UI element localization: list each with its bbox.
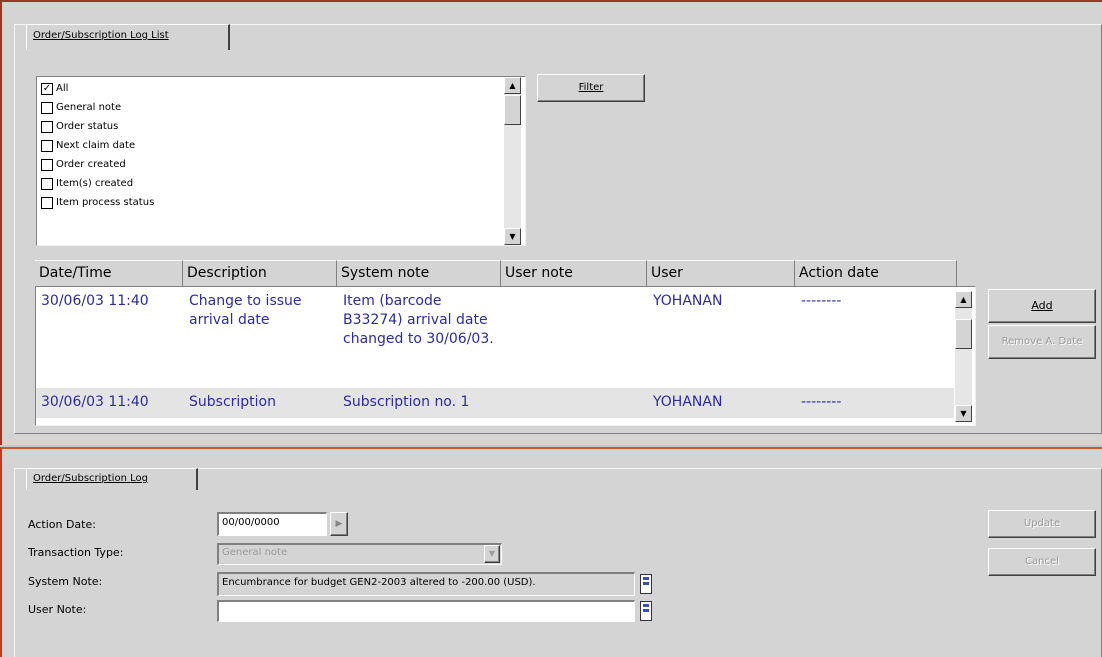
filter-item-items-created[interactable]: Item(s) created: [41, 174, 501, 193]
filter-item-item-process-status[interactable]: Item process status: [41, 193, 501, 212]
filter-list: ✓ All General note Order status Next clai…: [41, 79, 501, 212]
column-header-datetime[interactable]: Date/Time: [35, 260, 183, 286]
user-note-label: User Note:: [28, 603, 87, 616]
column-header-action-date[interactable]: Action date: [795, 260, 957, 286]
filter-item-next-claim-date[interactable]: Next claim date: [41, 136, 501, 155]
cell-user: YOHANAN: [653, 293, 723, 309]
note-editor-icon[interactable]: [640, 574, 652, 594]
checkbox-icon[interactable]: [41, 139, 53, 152]
table-row[interactable]: 30/06/03 11:40 Subscription Subscription…: [36, 388, 954, 418]
user-note-field[interactable]: [217, 600, 635, 622]
date-picker-arrow-icon[interactable]: ▶: [330, 512, 348, 536]
filter-scrollbar[interactable]: ▲ ▼: [504, 77, 521, 245]
cell-action-date: --------: [801, 394, 842, 410]
cell-action-date: --------: [801, 293, 842, 309]
action-date-label: Action Date:: [28, 518, 96, 531]
checkbox-icon[interactable]: [41, 177, 53, 190]
cell-datetime: 30/06/03 11:40: [41, 293, 149, 309]
tab-order-subscription-log-list[interactable]: Order/Subscription Log List: [26, 24, 230, 50]
checkbox-checked-icon[interactable]: ✓: [41, 82, 53, 95]
transaction-type-select[interactable]: General note: [217, 543, 502, 565]
table-scrollbar[interactable]: ▲ ▼: [955, 291, 972, 422]
cell-datetime: 30/06/03 11:40: [41, 394, 149, 410]
scroll-thumb[interactable]: [955, 319, 972, 349]
checkbox-icon[interactable]: [41, 120, 53, 133]
cell-description: Subscription: [189, 394, 276, 410]
system-note-field[interactable]: Encumbrance for budget GEN2-2003 altered…: [217, 572, 635, 596]
filter-item-general-note[interactable]: General note: [41, 98, 501, 117]
filter-item-order-created[interactable]: Order created: [41, 155, 501, 174]
scroll-up-icon[interactable]: ▲: [504, 77, 521, 94]
filter-button[interactable]: Filter: [537, 74, 645, 102]
cell-description: Change to issue arrival date: [189, 293, 302, 328]
cancel-button[interactable]: Cancel: [988, 548, 1096, 576]
table-row[interactable]: 30/06/03 11:40 Change to issue arrival d…: [36, 292, 954, 387]
filter-item-order-status[interactable]: Order status: [41, 117, 501, 136]
system-note-label: System Note:: [28, 575, 103, 588]
log-table-header: Date/Time Description System note User n…: [35, 260, 957, 286]
dropdown-arrow-icon[interactable]: ▼: [484, 545, 500, 563]
column-header-user-note[interactable]: User note: [501, 260, 647, 286]
scroll-down-icon[interactable]: ▼: [955, 405, 972, 422]
checkbox-icon[interactable]: [41, 101, 53, 114]
transaction-type-label: Transaction Type:: [28, 546, 124, 559]
cell-user-note: [502, 292, 648, 387]
checkbox-icon[interactable]: [41, 196, 53, 209]
action-date-field[interactable]: 00/00/0000: [217, 512, 327, 536]
cell-system-note: Item (barcode B33274) arrival date chang…: [343, 293, 494, 347]
log-form-panel: [14, 468, 1102, 657]
checkbox-icon[interactable]: [41, 158, 53, 171]
column-header-system-note[interactable]: System note: [337, 260, 501, 286]
cell-system-note: Subscription no. 1: [343, 394, 470, 410]
scroll-down-icon[interactable]: ▼: [504, 228, 521, 245]
note-editor-icon[interactable]: [640, 601, 652, 621]
add-button[interactable]: Add: [988, 289, 1096, 323]
column-header-description[interactable]: Description: [183, 260, 337, 286]
tab-order-subscription-log[interactable]: Order/Subscription Log: [26, 468, 198, 490]
column-header-user[interactable]: User: [647, 260, 795, 286]
update-button[interactable]: Update: [988, 510, 1096, 538]
cell-user-note: [502, 388, 648, 418]
scroll-thumb[interactable]: [504, 95, 521, 125]
filter-item-all[interactable]: ✓ All: [41, 79, 501, 98]
remove-action-date-button[interactable]: Remove A. Date: [988, 325, 1096, 359]
scroll-up-icon[interactable]: ▲: [955, 291, 972, 308]
cell-user: YOHANAN: [653, 394, 723, 410]
